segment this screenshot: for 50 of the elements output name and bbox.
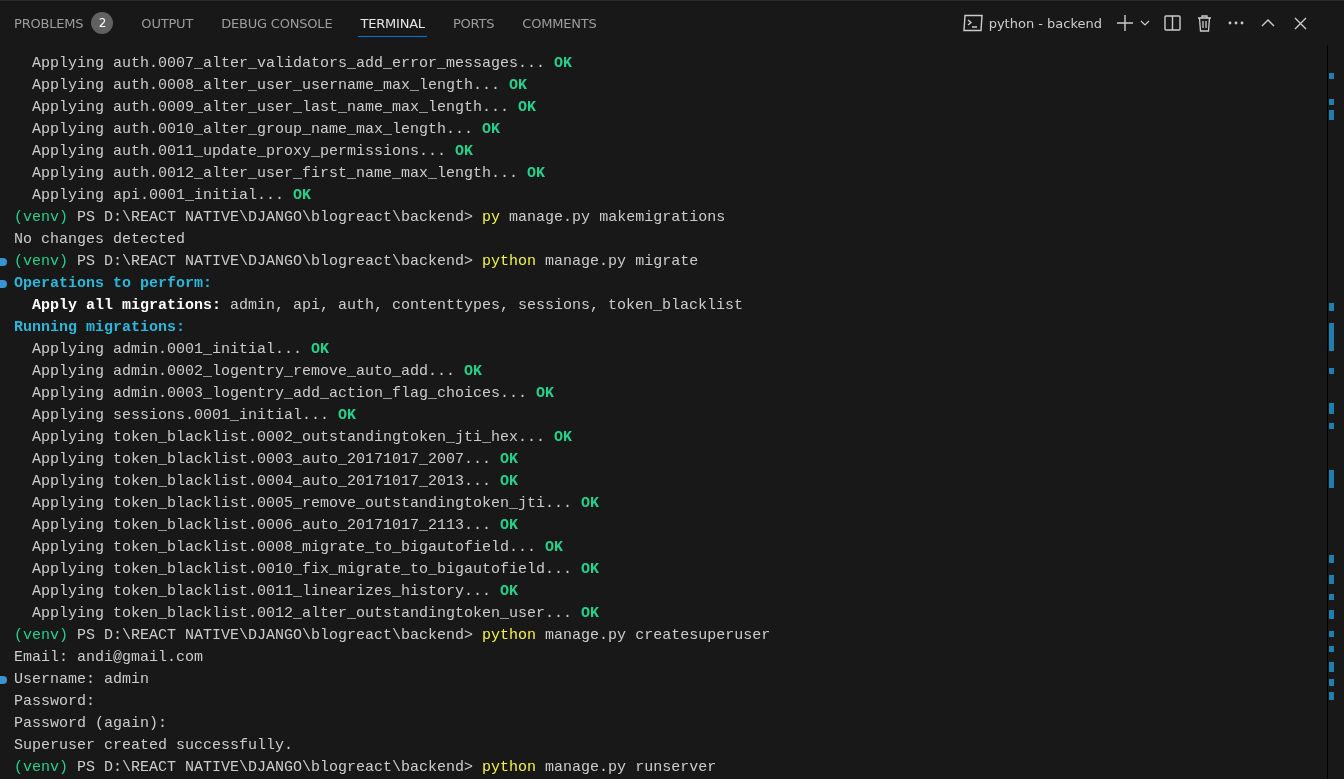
terminal-line: Applying token_blacklist.0002_outstandingtoken_jti_hex... OK xyxy=(31,428,574,448)
terminal-line: Applying token_blacklist.0006_auto_20171017_2113... OK xyxy=(31,516,520,536)
terminal-line: Applying auth.0008_alter_user_username_max_length... OK xyxy=(31,76,529,96)
chevron-down-icon[interactable] xyxy=(1140,20,1150,26)
split-icon[interactable] xyxy=(1163,15,1181,31)
terminal-line: Applying token_blacklist.0012_alter_outstandingtoken_user... OK xyxy=(31,604,601,624)
terminal-line: Applying auth.0011_update_proxy_permissions... OK xyxy=(31,142,475,162)
panel-tab[interactable]: DEBUG CONSOLE xyxy=(221,1,333,45)
terminal-line: Applying admin.0001_initial... OK xyxy=(31,340,331,360)
terminal-line: (venv) PS D:\REACT NATIVE\DJANGO\blogreact\backend> python manage.py runserver xyxy=(13,758,718,778)
terminal-line: Applying token_blacklist.0011_linearizes_history... OK xyxy=(31,582,520,602)
panel-tab[interactable]: COMMENTS xyxy=(522,1,597,45)
terminal-selector[interactable]: python - backend xyxy=(962,14,1102,32)
terminal-line: (venv) PS D:\REACT NATIVE\DJANGO\blogreact\backend> python manage.py migrate xyxy=(13,252,700,272)
terminal-line: Applying api.0001_initial... OK xyxy=(31,186,313,206)
terminal-line: Applying token_blacklist.0010_fix_migrate_to_bigautofield... OK xyxy=(31,560,601,580)
terminal-icon xyxy=(962,14,983,32)
terminal-name: python - backend xyxy=(988,15,1102,31)
more-icon[interactable] xyxy=(1228,21,1244,25)
plus-icon[interactable] xyxy=(1116,14,1134,32)
close-icon[interactable] xyxy=(1293,16,1307,30)
panel-tab[interactable]: TERMINAL xyxy=(360,1,425,45)
terminal-line: Applying auth.0012_alter_user_first_name_max_length... OK xyxy=(31,164,547,184)
chevron-up-icon[interactable] xyxy=(1261,19,1275,27)
terminal-line: Applying auth.0007_alter_validators_add_error_messages... OK xyxy=(31,54,574,74)
terminal-line: Apply all migrations: admin, api, auth, contenttypes, sessions, token_blacklist xyxy=(31,296,745,316)
terminal-line: Applying token_blacklist.0008_migrate_to_bigautofield... OK xyxy=(31,538,565,558)
count-badge: 2 xyxy=(91,12,114,34)
terminal-line: Superuser created successfully. xyxy=(13,736,295,756)
panel-tab[interactable]: OUTPUT xyxy=(141,1,194,45)
terminal-line: Operations to perform: xyxy=(13,274,214,294)
terminal-line: Applying sessions.0001_initial... OK xyxy=(31,406,358,426)
panel-tab[interactable]: PROBLEMS 2 xyxy=(14,1,114,45)
terminal-line: (venv) PS D:\REACT NATIVE\DJANGO\blogreact\backend> py manage.py makemigrations xyxy=(13,208,727,228)
terminal-line: No changes detected xyxy=(13,230,187,250)
terminal-line: Email: andi@gmail.com xyxy=(13,648,205,668)
terminal-line: Applying token_blacklist.0004_auto_20171017_2013... OK xyxy=(31,472,520,492)
terminal-line: Username: admin xyxy=(13,670,151,690)
trash-icon[interactable] xyxy=(1196,14,1212,32)
terminal-line: Applying admin.0002_logentry_remove_auto_add... OK xyxy=(31,362,484,382)
terminal-line: Applying auth.0009_alter_user_last_name_max_length... OK xyxy=(31,98,538,118)
terminal-line: Password (again): xyxy=(13,714,169,734)
terminal-line: Applying admin.0003_logentry_add_action_flag_choices... OK xyxy=(31,384,556,404)
terminal-line: Applying auth.0010_alter_group_name_max_length... OK xyxy=(31,120,502,140)
terminal-line: (venv) PS D:\REACT NATIVE\DJANGO\blogreact\backend> python manage.py createsuperuser xyxy=(13,626,772,646)
panel-tab[interactable]: PORTS xyxy=(452,1,495,45)
terminal-line: Applying token_blacklist.0005_remove_outstandingtoken_jti... OK xyxy=(31,494,601,514)
terminal-line: Running migrations: xyxy=(13,318,187,338)
terminal-line: Password: xyxy=(13,692,96,712)
terminal-line: Applying token_blacklist.0003_auto_20171017_2007... OK xyxy=(31,450,520,470)
